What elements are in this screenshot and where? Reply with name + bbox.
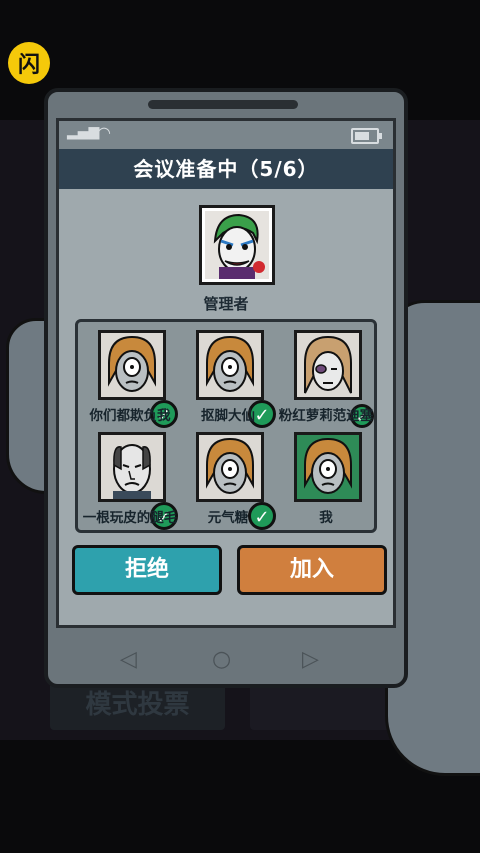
- home-icon[interactable]: ○: [212, 647, 231, 672]
- phone-speaker: [148, 100, 298, 109]
- phone-screen: ▂▄▆ ◠ 会议准备中（5/6） 管理者 ✓ 你们都欺负我 ✓ 抠脚大仙 ✓ 粉…: [56, 118, 396, 628]
- status-bar: ▂▄▆ ◠: [59, 121, 393, 149]
- wifi-icon: ◠: [97, 123, 111, 142]
- join-button[interactable]: 加入: [237, 545, 387, 595]
- member-card[interactable]: ✓ 粉红萝莉范迪塞: [276, 326, 376, 428]
- student-avatar: [294, 432, 362, 502]
- student-avatar: [196, 330, 264, 400]
- reject-button[interactable]: 拒绝: [72, 545, 222, 595]
- member-card[interactable]: ✓ 你们都欺负我: [80, 326, 180, 428]
- member-card[interactable]: ✓ 一根玩皮的腿毛: [80, 428, 180, 530]
- member-card-self[interactable]: 我: [276, 428, 376, 530]
- avatar-portrait: [101, 435, 163, 499]
- signal-icon: ▂▄▆: [67, 124, 100, 140]
- girl-avatar: [294, 330, 362, 400]
- avatar-portrait: [101, 333, 163, 397]
- phone-frame: ▂▄▆ ◠ 会议准备中（5/6） 管理者 ✓ 你们都欺负我 ✓ 抠脚大仙 ✓ 粉…: [44, 88, 408, 688]
- student-avatar: [98, 330, 166, 400]
- recent-icon[interactable]: ▷: [302, 647, 319, 672]
- avatar-portrait: [199, 333, 261, 397]
- app-logo: 闪: [8, 42, 50, 84]
- host-avatar: [199, 205, 275, 285]
- old-man-avatar: [98, 432, 166, 502]
- battery-icon: [351, 128, 382, 144]
- avatar-portrait: [297, 333, 359, 397]
- student-avatar: [196, 432, 264, 502]
- host-label: 管理者: [203, 295, 249, 313]
- member-card[interactable]: ✓ 元气糖: [178, 428, 278, 530]
- avatar-portrait: [297, 435, 359, 499]
- avatar-portrait: [199, 435, 261, 499]
- member-card[interactable]: ✓ 抠脚大仙: [178, 326, 278, 428]
- member-name: 粉红萝莉范迪塞: [278, 408, 374, 424]
- back-icon[interactable]: ◁: [120, 647, 137, 672]
- joker-portrait: [205, 211, 269, 279]
- meeting-title: 会议准备中（5/6）: [59, 149, 393, 189]
- member-grid: ✓ 你们都欺负我 ✓ 抠脚大仙 ✓ 粉红萝莉范迪塞 ✓ 一根玩皮的腿毛 ✓ 元气…: [75, 319, 377, 533]
- phone-nav-bar: ◁ ○ ▷: [48, 637, 404, 687]
- member-name: 我: [319, 510, 333, 526]
